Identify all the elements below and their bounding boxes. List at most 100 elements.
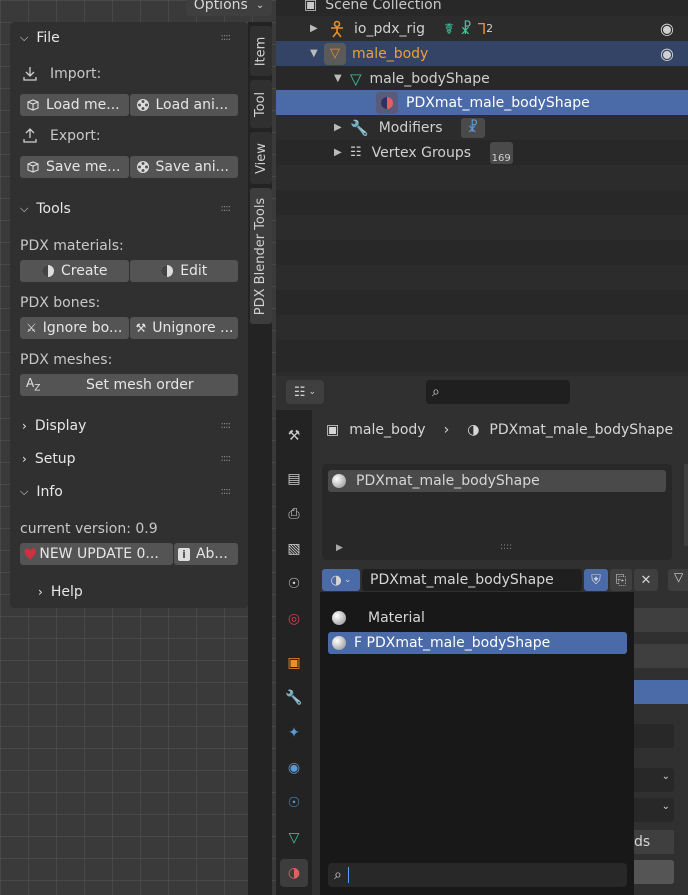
particles-tab-icon[interactable]: ✦	[280, 719, 308, 747]
outliner-row-io-pdx-rig[interactable]: ▶ io_pdx_rig ☤ ☧ ⅂ 2 ◉	[276, 16, 688, 41]
partial-button[interactable]	[634, 860, 674, 884]
tool-tab-icon[interactable]: ⚒	[280, 422, 308, 450]
chevron-down-icon: ⌵	[20, 31, 29, 44]
visibility-eye-icon[interactable]: ◉	[660, 19, 674, 38]
display-section-header[interactable]: › Display	[22, 418, 86, 434]
material-sphere-icon	[332, 474, 346, 488]
file-section-header[interactable]: ⌵ File	[20, 30, 60, 46]
object-tab-icon[interactable]: ▣	[280, 649, 308, 677]
chevron-down-icon: ⌄	[343, 575, 352, 585]
outliner-scene-collection[interactable]: ▣ Scene Collection	[276, 0, 688, 17]
tab-tool[interactable]: Tool	[250, 80, 272, 128]
load-animation-button[interactable]: Load ani...	[129, 94, 238, 116]
render-tab-icon[interactable]: ▤	[280, 465, 308, 493]
outliner-row-male-bodyshape[interactable]: ▼ ▽ male_bodyShape	[276, 66, 688, 91]
bones-buttons: ⚔ Ignore bo... ⚒ Unignore ...	[20, 317, 238, 339]
version-label: current version: 0.9	[20, 521, 158, 537]
material-sphere-icon	[161, 265, 174, 277]
filter-icon: ▽	[674, 570, 684, 584]
partial-selected-field[interactable]	[634, 680, 688, 704]
tab-view[interactable]: View	[250, 132, 272, 184]
about-button[interactable]: i Ab...	[174, 543, 238, 565]
outliner-row-vertex-groups[interactable]: ▶ ☷ Vertex Groups 169	[276, 140, 688, 165]
load-mesh-button[interactable]: Load me...	[20, 94, 129, 116]
tools-section-header[interactable]: ⌵ Tools	[20, 201, 71, 217]
side-button-stub[interactable]	[684, 464, 688, 546]
outliner-empty-row	[276, 165, 688, 190]
dropdown-item-material[interactable]: Material	[330, 607, 626, 629]
wrench-icon: 🔧	[350, 118, 369, 137]
create-material-button[interactable]: Create	[20, 260, 129, 282]
partial-dropdown[interactable]: ⌄	[634, 768, 674, 792]
armature-modifier-icon: ☧	[460, 117, 485, 138]
tab-item[interactable]: Item	[250, 26, 272, 76]
properties-icon: ☷	[293, 384, 306, 400]
drag-grip-icon[interactable]: ::::	[221, 203, 232, 214]
partial-dropdown[interactable]: ⌄	[634, 798, 674, 822]
save-animation-button[interactable]: Save ani...	[129, 156, 238, 178]
options-dropdown[interactable]: Options ⌄	[186, 0, 272, 16]
material-name-field[interactable]: PDXmat_male_bodyShape	[362, 569, 582, 591]
editor-type-dropdown[interactable]: ☷ ⌄	[286, 380, 324, 404]
dropdown-search-input[interactable]: ⌕	[328, 863, 627, 887]
partial-field[interactable]	[634, 724, 674, 748]
search-icon: ⌕	[334, 867, 342, 883]
partial-field[interactable]	[634, 608, 688, 632]
outliner-row-pdxmat[interactable]: PDXmat_male_bodyShape	[276, 90, 688, 115]
sidebar-panel: ⌵ File :::: Import: Load me... Load ani.…	[10, 22, 248, 608]
ignore-bones-button[interactable]: ⚔ Ignore bo...	[20, 317, 129, 339]
chevron-right-icon: ›	[38, 585, 43, 599]
constraints-tab-icon[interactable]: ☉	[280, 789, 308, 817]
fake-user-button[interactable]: ⛨	[584, 569, 608, 591]
view-layer-tab-icon[interactable]: ▧	[280, 535, 308, 563]
material-sphere-icon: ◑	[467, 422, 480, 438]
world-tab-icon[interactable]: ◎	[280, 605, 308, 633]
drag-grip-icon[interactable]: ::::	[221, 486, 232, 497]
import-buttons: Load me... Load ani...	[20, 94, 238, 116]
browse-material-button[interactable]: ◑ ⌄	[322, 569, 360, 591]
material-icon	[376, 91, 398, 114]
unlink-material-button[interactable]: ✕	[634, 569, 658, 591]
outliner-row-male-body[interactable]: ▼ ▽ male_body ◉	[276, 41, 688, 66]
material-tab-icon[interactable]: ◑	[280, 859, 308, 887]
outliner-empty-row	[276, 265, 688, 290]
filter-button[interactable]: ▽	[668, 569, 688, 591]
output-tab-icon[interactable]: ⎙	[280, 500, 308, 528]
edit-material-button[interactable]: Edit	[129, 260, 238, 282]
setup-section-header[interactable]: › Setup	[22, 451, 76, 467]
visibility-eye-icon[interactable]: ◉	[660, 44, 674, 63]
scene-tab-icon[interactable]: ☉	[280, 570, 308, 598]
help-section-header[interactable]: › Help	[38, 584, 83, 600]
pdx-materials-label: PDX materials:	[20, 238, 124, 254]
drag-grip-icon[interactable]: ::::	[221, 32, 232, 43]
drag-grip-icon[interactable]: ::::	[221, 453, 232, 464]
modifier-tab-icon[interactable]: 🔧	[280, 684, 308, 712]
material-sphere-icon: ◑	[330, 572, 342, 588]
partial-field[interactable]	[634, 644, 688, 668]
drag-grip-icon[interactable]: ::::	[221, 420, 232, 431]
info-buttons: ♥ NEW UPDATE 0... i Ab...	[20, 543, 238, 565]
resize-grip-icon[interactable]: ::::	[500, 542, 512, 552]
tab-pdx-blender-tools[interactable]: PDX Blender Tools	[250, 188, 272, 324]
collapse-arrow-icon: ▼	[310, 48, 318, 59]
physics-tab-icon[interactable]: ◉	[280, 754, 308, 782]
dropdown-item-pdxmat[interactable]: F PDXmat_male_bodyShape	[328, 632, 627, 654]
import-row: Import:	[22, 66, 101, 82]
properties-search-input[interactable]: ⌕	[426, 380, 570, 404]
heart-icon: ♥	[23, 544, 38, 564]
expand-arrow-icon[interactable]: ▶	[336, 543, 343, 553]
duplicate-material-button[interactable]: ⎘	[610, 569, 632, 591]
mesh-object-icon: ▽	[324, 42, 346, 65]
vertex-group-count-badge: 169	[489, 141, 513, 164]
data-tab-icon[interactable]: ▽	[280, 824, 308, 852]
bone-icon: ⚔	[26, 321, 37, 335]
outliner-row-modifiers[interactable]: ▶ 🔧 Modifiers ☧	[276, 115, 688, 140]
update-button[interactable]: ♥ NEW UPDATE 0...	[20, 543, 174, 565]
info-section-header[interactable]: ⌵ Info	[20, 484, 63, 500]
set-mesh-order-button[interactable]: AZ Set mesh order	[20, 374, 238, 396]
material-sphere-icon	[332, 611, 346, 625]
unignore-bones-button[interactable]: ⚒ Unignore ...	[129, 317, 238, 339]
save-mesh-button[interactable]: Save me...	[20, 156, 129, 178]
expand-arrow-icon: ▶	[334, 147, 342, 158]
material-slot-item[interactable]: PDXmat_male_bodyShape	[328, 470, 666, 492]
